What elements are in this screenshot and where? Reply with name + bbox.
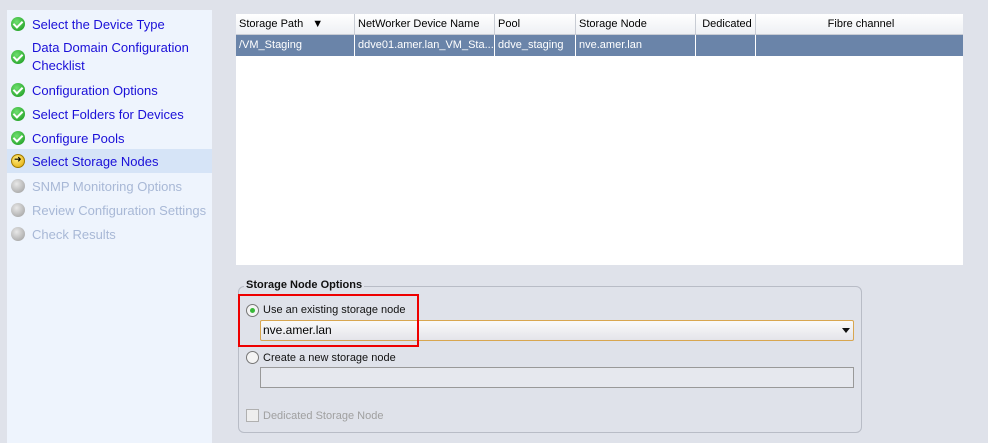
new-node-radio[interactable] (246, 351, 259, 364)
check-icon (11, 50, 25, 64)
check-icon (11, 83, 25, 97)
step-review-configuration: Review Configuration Settings (7, 198, 212, 222)
step-configuration-options[interactable]: Configuration Options (7, 78, 212, 102)
check-icon (11, 17, 25, 31)
step-select-folders[interactable]: Select Folders for Devices (7, 102, 212, 126)
group-title: Storage Node Options (244, 279, 365, 291)
step-select-device-type[interactable]: Select the Device Type (7, 12, 212, 36)
column-dedicated[interactable]: Dedicated (696, 14, 756, 35)
dedicated-node-checkbox[interactable] (246, 409, 259, 422)
chevron-down-icon (842, 328, 850, 333)
new-node-input[interactable] (260, 367, 854, 388)
current-arrow-icon (11, 154, 25, 168)
column-device-name[interactable]: NetWorker Device Name (355, 14, 495, 35)
step-snmp-monitoring: SNMP Monitoring Options (7, 174, 212, 198)
cell-dedicated (696, 35, 756, 56)
cell-storage-node: nve.amer.lan (576, 35, 696, 56)
new-node-label: Create a new storage node (263, 352, 396, 364)
table-row[interactable]: /VM_Staging ddve01.amer.lan_VM_Sta... dd… (236, 35, 963, 56)
step-check-results: Check Results (7, 222, 212, 246)
column-storage-path[interactable]: Storage Path ▼ (236, 14, 355, 35)
cell-fibre-channel (756, 35, 963, 56)
table-header: Storage Path ▼ NetWorker Device Name Poo… (236, 14, 963, 35)
step-configure-pools[interactable]: Configure Pools (7, 126, 212, 150)
sort-desc-icon: ▼ (312, 18, 324, 30)
pending-icon (11, 179, 25, 193)
dedicated-node-label: Dedicated Storage Node (263, 410, 384, 422)
cell-device-name: ddve01.amer.lan_VM_Sta... (355, 35, 495, 56)
wizard-steps-sidebar: Select the Device Type Data Domain Confi… (7, 10, 212, 443)
highlight-annotation-box (238, 294, 419, 347)
storage-devices-table: Storage Path ▼ NetWorker Device Name Poo… (236, 14, 963, 265)
step-data-domain-checklist[interactable]: Data Domain Configuration Checklist (7, 36, 212, 78)
check-icon (11, 107, 25, 121)
check-icon (11, 131, 25, 145)
column-storage-node[interactable]: Storage Node (576, 14, 696, 35)
cell-storage-path: /VM_Staging (236, 35, 355, 56)
column-fibre-channel[interactable]: Fibre channel (756, 14, 963, 35)
pending-icon (11, 227, 25, 241)
cell-pool: ddve_staging (495, 35, 576, 56)
column-pool[interactable]: Pool (495, 14, 576, 35)
pending-icon (11, 203, 25, 217)
step-select-storage-nodes[interactable]: Select Storage Nodes (7, 149, 212, 173)
